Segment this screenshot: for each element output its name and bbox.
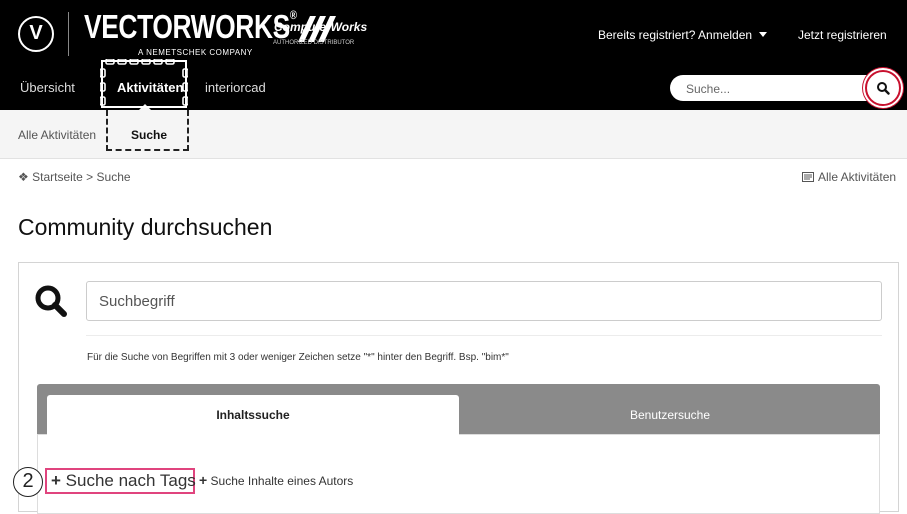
hint-divider	[86, 335, 882, 336]
logo-divider	[68, 12, 69, 56]
caret-down-icon	[759, 32, 768, 37]
callout-frame	[100, 59, 188, 108]
breadcrumb-home[interactable]: Startseite	[32, 170, 83, 184]
header-search-input[interactable]	[684, 76, 858, 102]
callout-search-dashed	[106, 110, 189, 151]
subnav-all-activities[interactable]: Alle Aktivitäten	[18, 128, 96, 142]
page-title: Community durchsuchen	[18, 214, 273, 240]
distributor-tagline: AUTHORIZED DISTRIBUTOR	[273, 40, 355, 46]
brand-name-text: VECTORWORKS	[84, 8, 290, 45]
tab-user-search[interactable]: Benutzersuche	[470, 395, 870, 435]
search-hint: Für die Suche von Begriffen mit 3 oder w…	[87, 352, 509, 363]
register-link[interactable]: Jetzt registrieren	[798, 28, 887, 42]
search-by-tags-link[interactable]: + Suche nach Tags	[45, 468, 196, 494]
vectorworks-logo[interactable]: V	[18, 16, 54, 52]
all-activities-link[interactable]: Alle Aktivitäten	[802, 170, 896, 184]
login-label: Bereits registriert? Anmelden	[598, 28, 753, 42]
home-icon[interactable]: ❖	[18, 170, 29, 184]
header-search-button[interactable]	[865, 70, 901, 106]
breadcrumb-separator: >	[86, 170, 94, 184]
step-number-badge: 2	[13, 467, 43, 497]
activity-feed-icon	[802, 172, 814, 182]
search-magnifier-icon	[35, 285, 67, 317]
all-activities-label: Alle Aktivitäten	[818, 170, 897, 184]
breadcrumb-current: Suche	[96, 170, 131, 184]
nav-item-interiorcad[interactable]: interiorcad	[205, 80, 266, 95]
callout-activities	[100, 59, 188, 108]
login-dropdown[interactable]: Bereits registriert? Anmelden	[598, 28, 768, 42]
search-term-input[interactable]	[86, 281, 882, 321]
plus-icon: +	[51, 471, 61, 490]
tab-content-search[interactable]: Inhaltssuche	[47, 395, 459, 435]
search-icon	[877, 82, 890, 95]
search-by-author-label: Suche Inhalte eines Autors	[210, 474, 354, 488]
brand-name[interactable]: VECTORWORKS®	[84, 8, 297, 46]
distributor-name[interactable]: ComputerWorks	[274, 20, 367, 34]
breadcrumb: ❖ Startseite > Suche	[18, 170, 131, 184]
nav-item-overview[interactable]: Übersicht	[20, 80, 75, 95]
brand-tagline: A NEMETSCHEK COMPANY	[138, 48, 253, 57]
search-by-author-link[interactable]: + Suche Inhalte eines Autors	[199, 472, 353, 488]
search-by-tags-label: Suche nach Tags	[65, 471, 196, 490]
plus-icon: +	[199, 472, 208, 488]
